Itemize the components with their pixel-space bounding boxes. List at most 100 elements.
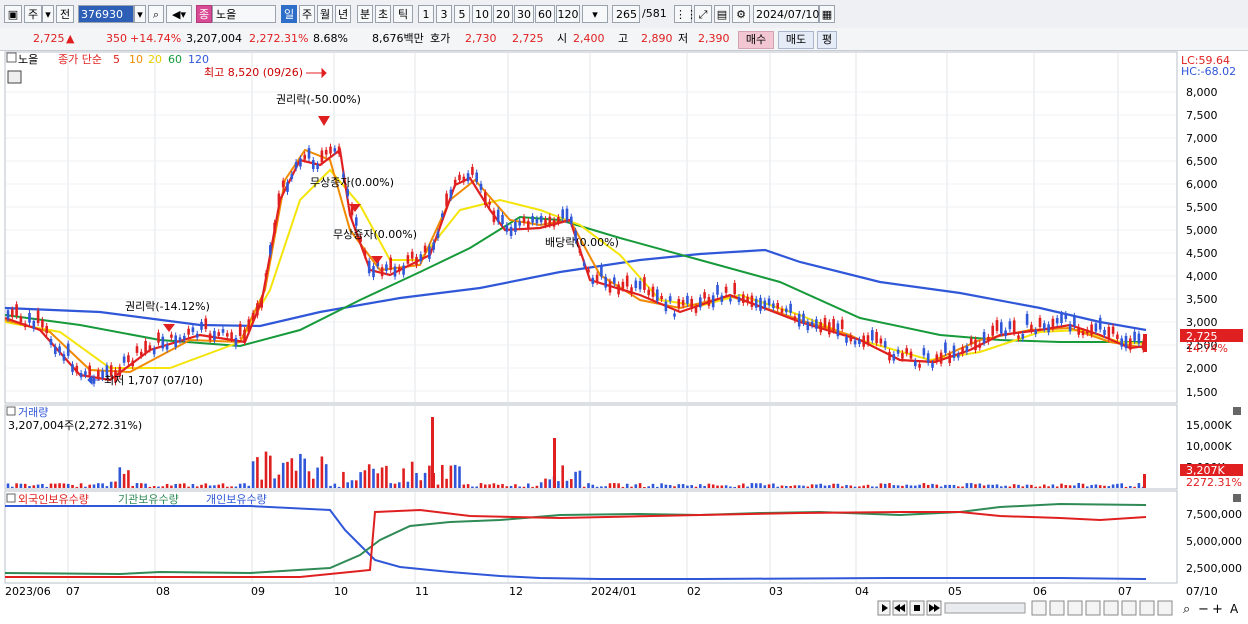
avg-button[interactable]: 평 (817, 31, 837, 49)
candle (475, 172, 478, 182)
candle (535, 218, 539, 224)
minute-button-120[interactable]: 120 (556, 5, 580, 23)
candle (991, 325, 994, 336)
candle (290, 174, 294, 179)
volume-bar (355, 480, 358, 488)
x-axis-label: 06 (1033, 585, 1047, 598)
volume-bar (737, 485, 741, 488)
candle (320, 150, 324, 163)
candle (909, 351, 913, 359)
minute-button-20[interactable]: 20 (493, 5, 513, 23)
minute-button-30[interactable]: 30 (514, 5, 534, 23)
tool-icon[interactable] (1139, 600, 1155, 616)
buy-button[interactable]: 매수 (738, 31, 774, 49)
search-icon[interactable]: ⌕ (1183, 602, 1190, 617)
sell-button[interactable]: 매도 (778, 31, 814, 49)
stock-name-field[interactable]: 노을 (212, 5, 276, 23)
minute-button-60[interactable]: 60 (535, 5, 555, 23)
save-icon[interactable]: ▤ (714, 5, 730, 23)
data-count-input[interactable]: 265 (612, 5, 640, 23)
tool-icon[interactable] (1157, 600, 1173, 616)
search-icon[interactable]: ⌕ (148, 5, 164, 23)
holding-panel[interactable] (4, 490, 1178, 584)
volume-bar (316, 467, 319, 488)
minute-button-1[interactable]: 1 (418, 5, 434, 23)
volume-bar (320, 456, 324, 488)
stock-code-input[interactable]: 376930 (78, 5, 134, 23)
panel-menu-icon[interactable] (6, 52, 17, 63)
tool-icon[interactable] (1067, 600, 1083, 616)
volume-bar (1038, 486, 1042, 488)
candle (148, 345, 152, 350)
candle (1103, 329, 1106, 335)
candle (681, 300, 685, 306)
candle (269, 245, 272, 255)
minute-button-10[interactable]: 10 (472, 5, 492, 23)
candle (140, 351, 143, 356)
annotation-high: 최고 8,520 (09/26) (204, 66, 303, 79)
chevron-down-icon[interactable]: ▾ (42, 5, 54, 23)
tool-icon[interactable] (1103, 600, 1119, 616)
type-select-2[interactable]: 전 (56, 5, 74, 23)
close-panel-icon[interactable] (1233, 494, 1241, 502)
price-panel[interactable] (4, 51, 1178, 404)
font-size-icon[interactable]: A (1230, 602, 1239, 616)
tab-period-minute[interactable]: 분 (357, 5, 373, 23)
candle (97, 370, 100, 378)
zoom-in-icon[interactable]: + (1212, 602, 1223, 617)
type-select-1[interactable]: 주 (24, 5, 42, 23)
chart-scrollbar[interactable] (944, 602, 1026, 614)
date-input[interactable]: 2024/07/10 (753, 5, 819, 23)
layout-icon[interactable] (1031, 600, 1047, 616)
volume-bar (6, 483, 10, 488)
chevron-down-icon[interactable]: ▾ (134, 5, 146, 23)
volume-bar (178, 483, 182, 488)
candle (561, 209, 564, 219)
volume-bar (479, 483, 483, 488)
candle (131, 360, 134, 367)
tool-icon[interactable] (1085, 600, 1101, 616)
candle (1051, 318, 1055, 329)
candle (84, 371, 87, 376)
grid-icon[interactable]: ⋮⋮ (674, 5, 697, 23)
candle (518, 221, 521, 226)
tab-period-second[interactable]: 초 (375, 5, 391, 23)
ask-price-2: 2,725 (512, 32, 544, 45)
zoom-out-icon[interactable]: − (1198, 602, 1209, 617)
volume-bar (475, 486, 478, 488)
volume-bar (699, 484, 702, 488)
candle (355, 217, 358, 226)
window-icon[interactable]: ▣ (4, 5, 22, 23)
candle (647, 289, 650, 296)
tab-period-day[interactable]: 일 (281, 5, 297, 23)
speaker-icon[interactable]: ◀▾ (166, 5, 192, 23)
calculator-icon[interactable] (7, 70, 22, 84)
volume-panel[interactable] (4, 404, 1178, 490)
panel-menu-icon[interactable] (6, 406, 16, 416)
tab-period-week[interactable]: 주 (299, 5, 315, 23)
tab-period-month[interactable]: 월 (317, 5, 333, 23)
gear-icon[interactable]: ⚙ (732, 5, 750, 23)
zoom-icon[interactable]: ⤢ (694, 5, 712, 23)
volume-bar (789, 485, 792, 488)
candle (6, 310, 10, 319)
candle (75, 365, 79, 373)
data-count-total: /581 (642, 7, 667, 20)
tab-period-tick[interactable]: 틱 (393, 5, 413, 23)
custom-period-dropdown[interactable]: ▾ (582, 5, 608, 23)
close-panel-icon[interactable] (1233, 407, 1241, 415)
candle (157, 332, 160, 343)
volume-bar (41, 483, 44, 488)
panel-menu-icon[interactable] (6, 493, 16, 503)
minute-button-5[interactable]: 5 (454, 5, 470, 23)
minute-button-3[interactable]: 3 (436, 5, 452, 23)
layout-icon[interactable] (1049, 600, 1065, 616)
calendar-icon[interactable]: ▦ (819, 5, 835, 23)
price-tick: 3,000 (1186, 316, 1218, 329)
volume-bar (88, 484, 91, 488)
tool-icon[interactable] (1121, 600, 1137, 616)
price-tick: 7,000 (1186, 132, 1218, 145)
hc-label: HC:-68.02 (1181, 65, 1236, 78)
volume-bar (926, 484, 930, 488)
tab-period-year[interactable]: 년 (335, 5, 351, 23)
